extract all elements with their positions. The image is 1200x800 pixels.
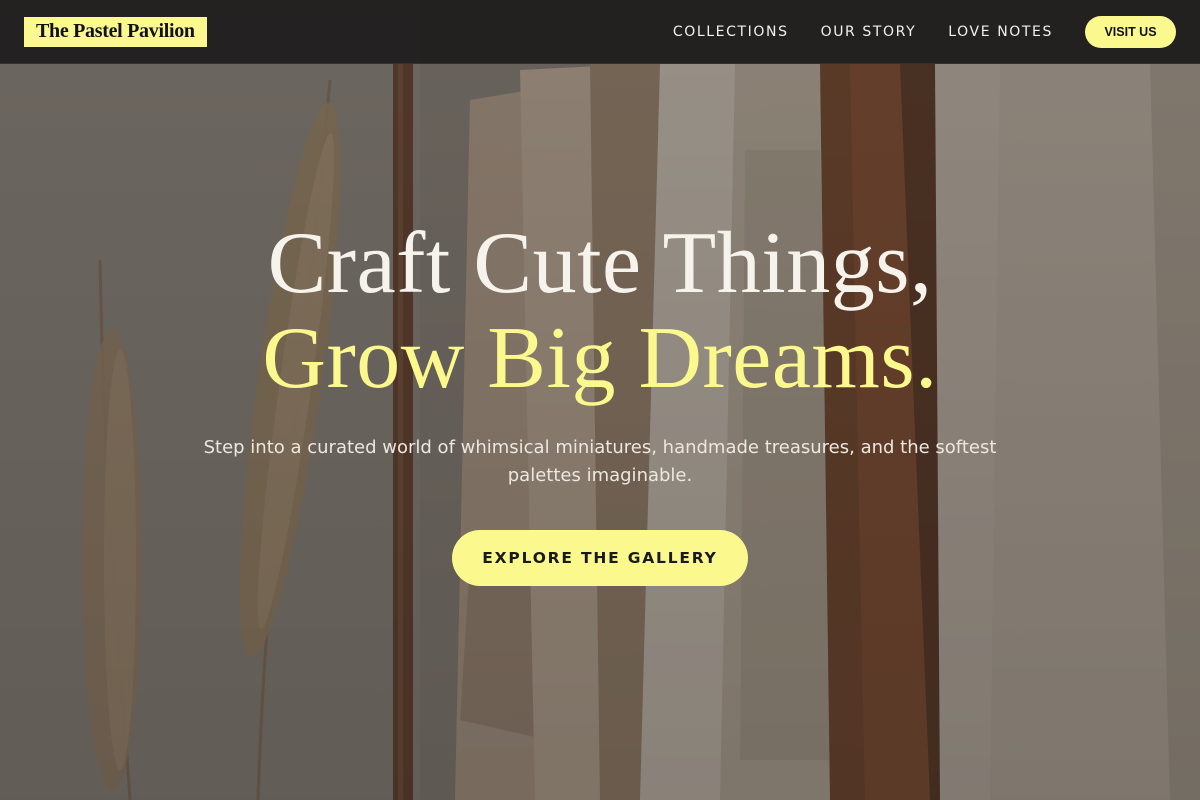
hero-subtitle: Step into a curated world of whimsical m… — [203, 437, 997, 486]
nav-link-love-notes[interactable]: LOVE NOTES — [948, 24, 1053, 40]
brand-logo[interactable]: The Pastel Pavilion — [24, 16, 207, 47]
nav-link-collections[interactable]: COLLECTIONS — [673, 24, 789, 40]
top-navbar: The Pastel Pavilion COLLECTIONS OUR STOR… — [0, 0, 1200, 64]
visit-us-button[interactable]: VISIT US — [1085, 15, 1176, 48]
hero-content: Craft Cute Things, Grow Big Dreams. Step… — [0, 216, 1200, 586]
nav-link-our-story[interactable]: OUR STORY — [821, 24, 917, 40]
nav-links: COLLECTIONS OUR STORY LOVE NOTES VISIT U… — [673, 15, 1176, 48]
headline-line-2: Grow Big Dreams. — [262, 310, 938, 407]
explore-gallery-button[interactable]: EXPLORE THE GALLERY — [452, 530, 748, 586]
hero-headline: Craft Cute Things, Grow Big Dreams. — [0, 216, 1200, 406]
headline-line-1: Craft Cute Things, — [267, 215, 933, 312]
